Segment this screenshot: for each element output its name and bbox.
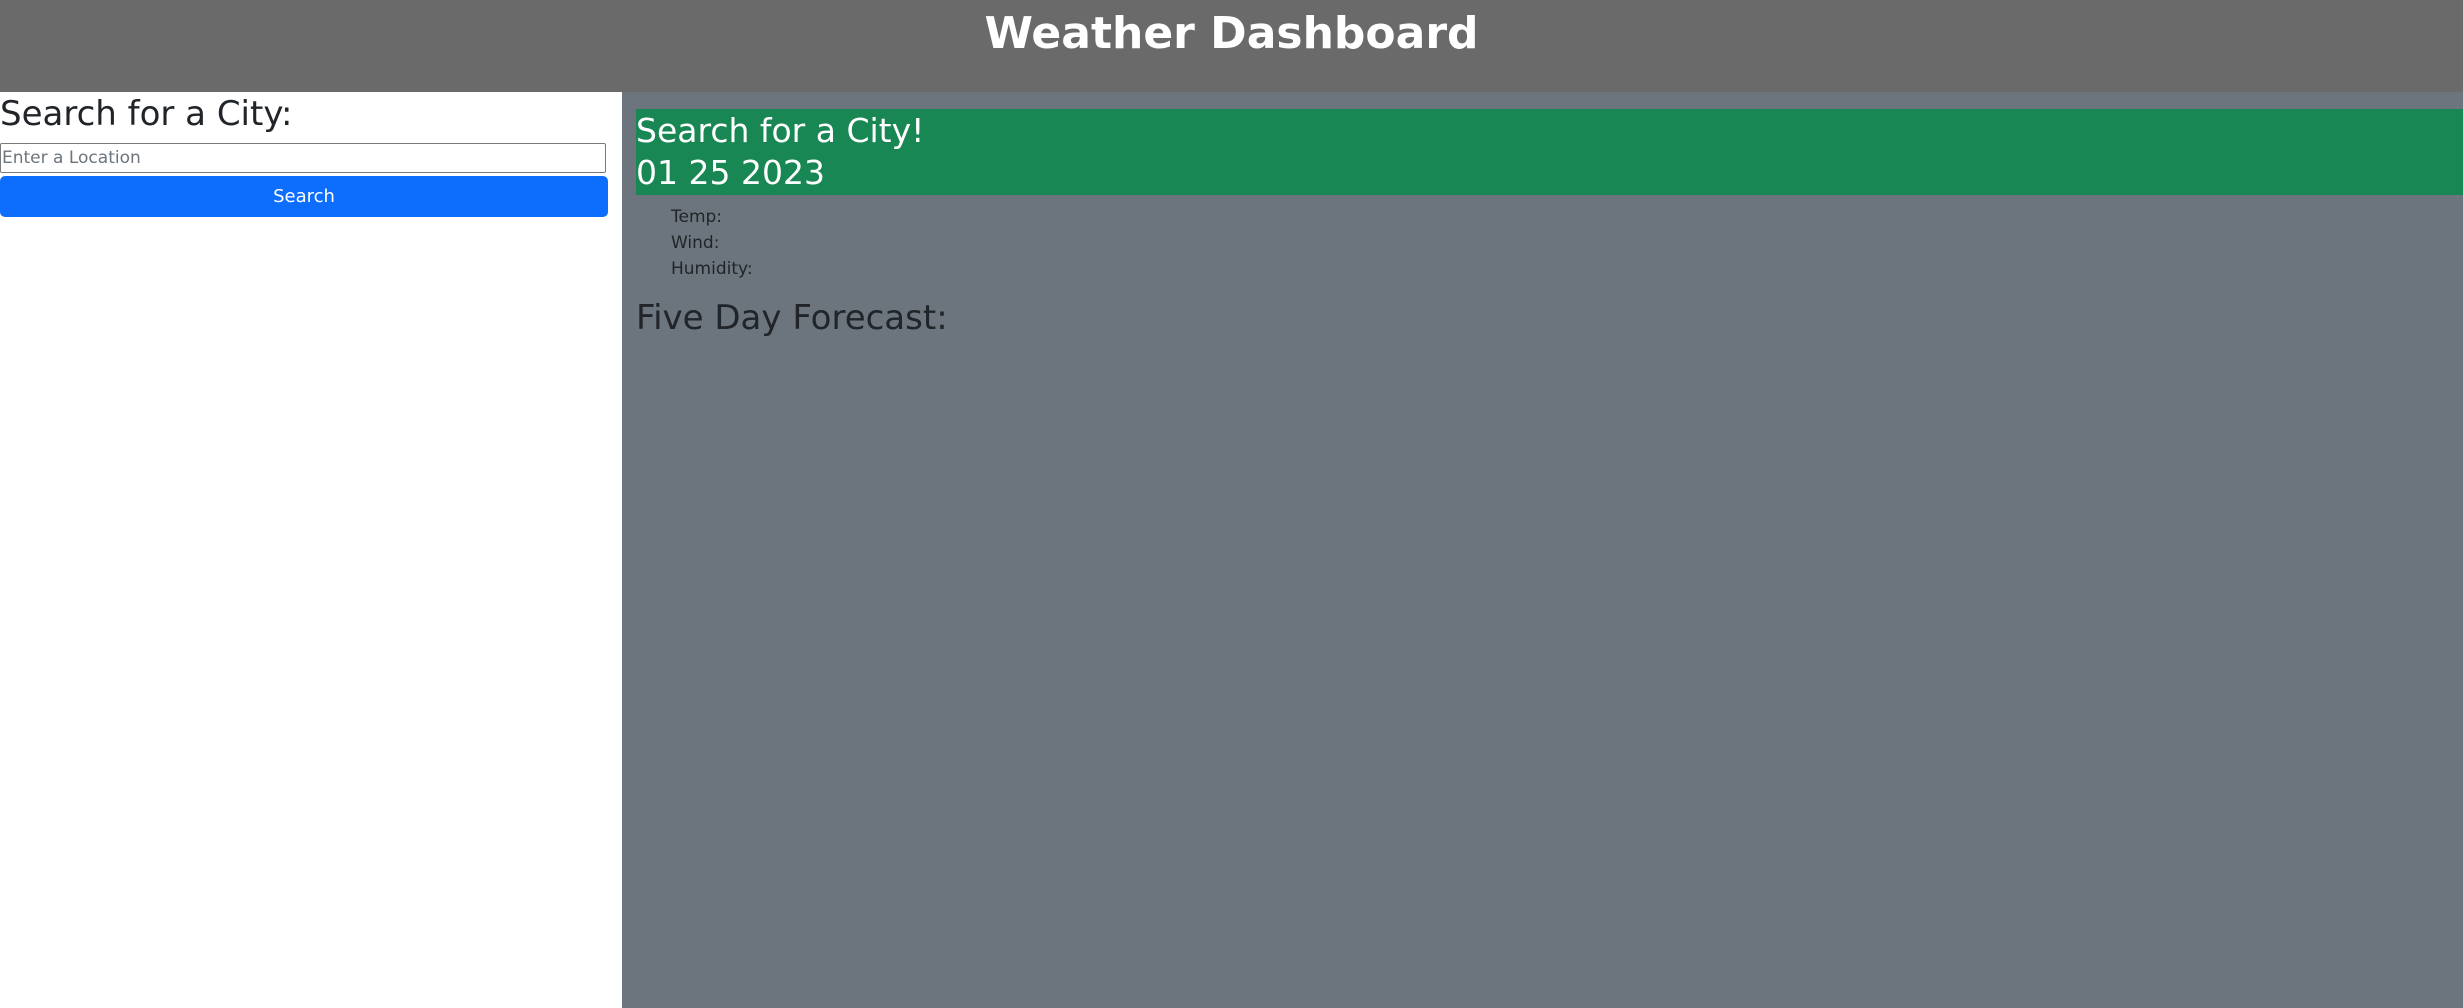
search-input[interactable] bbox=[0, 143, 606, 173]
current-weather-card: Search for a City! 01 25 2023 bbox=[636, 109, 2463, 195]
forecast-title: Five Day Forecast: bbox=[636, 298, 948, 338]
weather-main: Search for a City! 01 25 2023 Temp: Wind… bbox=[622, 92, 2463, 1008]
search-sidebar: Search for a City: Search bbox=[0, 92, 622, 1008]
search-heading: Search for a City: bbox=[0, 94, 293, 134]
current-date: 01 25 2023 bbox=[636, 153, 825, 192]
current-conditions-list: Temp: Wind: Humidity: bbox=[671, 204, 753, 282]
search-button[interactable]: Search bbox=[0, 176, 608, 217]
humidity-label: Humidity: bbox=[671, 259, 753, 279]
temp-label: Temp: bbox=[671, 207, 723, 227]
page-header: Weather Dashboard bbox=[0, 0, 2463, 92]
wind-label: Wind: bbox=[671, 233, 720, 253]
page-title: Weather Dashboard bbox=[984, 7, 1479, 59]
current-city: Search for a City! bbox=[636, 111, 925, 150]
